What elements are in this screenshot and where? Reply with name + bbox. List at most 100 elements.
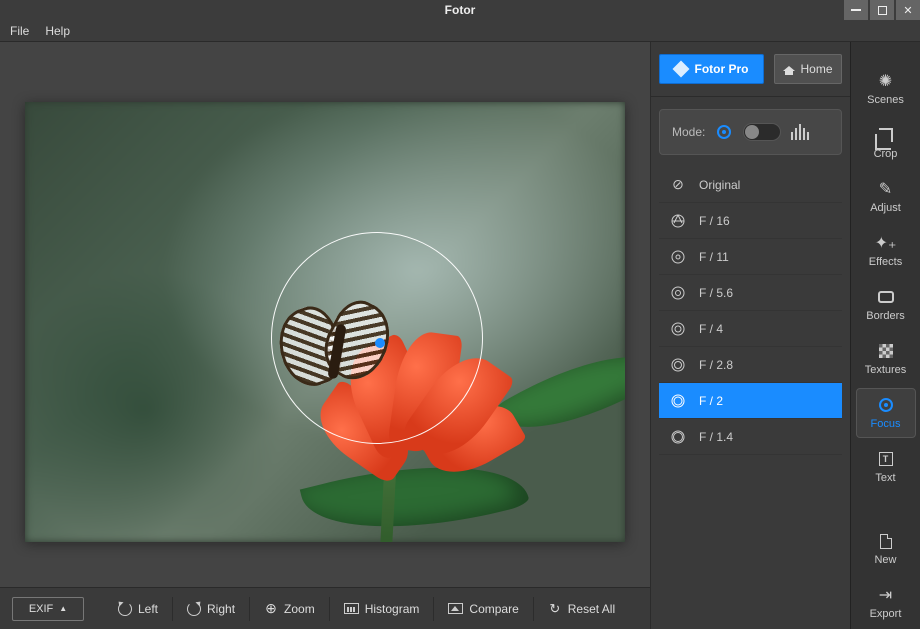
- mode-label: Mode:: [672, 125, 705, 139]
- tool-export[interactable]: Export: [856, 578, 916, 628]
- maximize-icon: [878, 6, 887, 15]
- tool-label: Effects: [869, 256, 902, 268]
- home-icon: [783, 63, 795, 75]
- borders-icon: [878, 288, 894, 306]
- linear-mode-icon[interactable]: [791, 123, 809, 141]
- window-controls: [842, 0, 920, 20]
- aperture-item-original[interactable]: ⊘ Original: [659, 167, 842, 203]
- tool-label: Textures: [865, 364, 907, 376]
- aperture-item-f14[interactable]: F / 1.4: [659, 419, 842, 455]
- tool-label: New: [874, 554, 896, 566]
- aperture-item-f16[interactable]: F / 16: [659, 203, 842, 239]
- aperture-list: ⊘ Original F / 16 F / 11 F / 5.6 F / 4 F…: [651, 167, 850, 455]
- mode-toggle[interactable]: [743, 123, 781, 141]
- aperture-item-f2[interactable]: F / 2: [659, 383, 842, 419]
- tool-label: Scenes: [867, 94, 904, 106]
- aperture-label: F / 5.6: [699, 286, 733, 300]
- tool-focus[interactable]: Focus: [856, 388, 916, 438]
- tool-textures[interactable]: Textures: [856, 334, 916, 384]
- adjust-icon: [879, 180, 892, 198]
- aperture-item-f4[interactable]: F / 4: [659, 311, 842, 347]
- export-icon: [879, 586, 892, 604]
- canvas-area: EXIF ▲ Left Right Zoom Histogram Compare…: [0, 42, 650, 629]
- crop-icon: [879, 126, 893, 144]
- focus-center-handle[interactable]: [375, 338, 385, 348]
- aperture-item-f28[interactable]: F / 2.8: [659, 347, 842, 383]
- toggle-knob: [745, 125, 759, 139]
- minimize-icon: [851, 9, 861, 11]
- options-panel: Fotor Pro Home Mode: ⊘ Original F / 16 F…: [650, 42, 850, 629]
- close-icon: [903, 4, 912, 17]
- compare-label: Compare: [469, 602, 518, 616]
- aperture-label: F / 16: [699, 214, 730, 228]
- tool-effects[interactable]: Effects: [856, 226, 916, 276]
- zoom-button[interactable]: Zoom: [250, 597, 330, 621]
- compare-button[interactable]: Compare: [434, 597, 533, 621]
- scenes-icon: [879, 72, 892, 90]
- textures-icon: [879, 342, 893, 360]
- tool-borders[interactable]: Borders: [856, 280, 916, 330]
- menu-bar: File Help: [0, 20, 920, 42]
- tool-label: Adjust: [870, 202, 901, 214]
- histogram-button[interactable]: Histogram: [330, 597, 435, 621]
- aperture-item-f11[interactable]: F / 11: [659, 239, 842, 275]
- aperture-icon: [669, 356, 687, 374]
- home-button[interactable]: Home: [774, 54, 842, 84]
- maximize-button[interactable]: [870, 0, 894, 20]
- rotate-left-icon: [118, 602, 132, 616]
- close-button[interactable]: [896, 0, 920, 20]
- fotor-pro-label: Fotor Pro: [695, 62, 749, 76]
- minimize-button[interactable]: [844, 0, 868, 20]
- tool-text[interactable]: Text: [856, 442, 916, 492]
- aperture-icon: [669, 248, 687, 266]
- tool-scenes[interactable]: Scenes: [856, 64, 916, 114]
- aperture-icon: [669, 392, 687, 410]
- tool-label: Text: [875, 472, 895, 484]
- rotate-right-button[interactable]: Right: [173, 597, 250, 621]
- aperture-icon: [669, 284, 687, 302]
- chevron-up-icon: ▲: [59, 604, 67, 613]
- aperture-label: F / 2: [699, 394, 723, 408]
- menu-file[interactable]: File: [10, 24, 29, 38]
- aperture-icon: [669, 320, 687, 338]
- aperture-label: F / 4: [699, 322, 723, 336]
- rotate-right-label: Right: [207, 602, 235, 616]
- histogram-icon: [344, 603, 359, 614]
- image-canvas[interactable]: [25, 102, 625, 542]
- effects-icon: [875, 234, 897, 252]
- app-title: Fotor: [445, 3, 476, 17]
- tool-sidebar: Scenes Crop Adjust Effects Borders Textu…: [850, 42, 920, 629]
- bottom-button-group: Left Right Zoom Histogram Compare Reset …: [104, 597, 629, 621]
- rotate-left-label: Left: [138, 602, 158, 616]
- radial-mode-icon[interactable]: [715, 123, 733, 141]
- zoom-icon: [264, 602, 278, 616]
- text-icon: [879, 450, 893, 468]
- rotate-left-button[interactable]: Left: [104, 597, 173, 621]
- menu-help[interactable]: Help: [45, 24, 70, 38]
- aperture-label: F / 1.4: [699, 430, 733, 444]
- reset-icon: [548, 602, 562, 616]
- focus-mode-box: Mode:: [659, 109, 842, 155]
- title-bar: Fotor: [0, 0, 920, 20]
- reset-label: Reset All: [568, 602, 615, 616]
- fotor-pro-button[interactable]: Fotor Pro: [659, 54, 764, 84]
- tool-crop[interactable]: Crop: [856, 118, 916, 168]
- focus-icon: [879, 396, 893, 414]
- reset-all-button[interactable]: Reset All: [534, 597, 629, 621]
- exif-label: EXIF: [29, 603, 53, 615]
- tool-adjust[interactable]: Adjust: [856, 172, 916, 222]
- bottom-toolbar: EXIF ▲ Left Right Zoom Histogram Compare…: [0, 587, 650, 629]
- tool-label: Borders: [866, 310, 905, 322]
- original-icon: ⊘: [669, 176, 687, 194]
- tool-new[interactable]: New: [856, 524, 916, 574]
- diamond-icon: [672, 61, 689, 78]
- zoom-label: Zoom: [284, 602, 315, 616]
- tool-label: Export: [870, 608, 902, 620]
- histogram-label: Histogram: [365, 602, 420, 616]
- aperture-item-f56[interactable]: F / 5.6: [659, 275, 842, 311]
- compare-icon: [448, 603, 463, 614]
- rotate-right-icon: [187, 602, 201, 616]
- exif-button[interactable]: EXIF ▲: [12, 597, 84, 621]
- new-icon: [880, 532, 892, 550]
- aperture-label: F / 11: [699, 250, 729, 264]
